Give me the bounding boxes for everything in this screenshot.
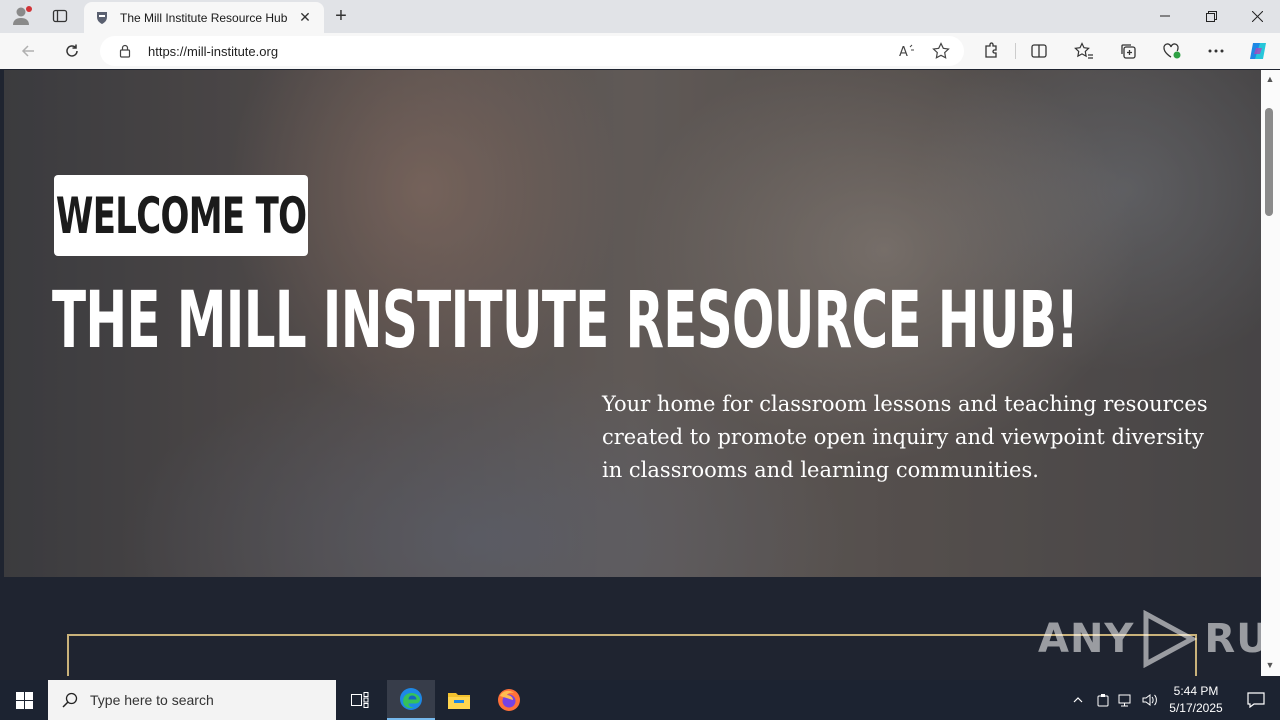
url-text[interactable]: https://mill-institute.org [148, 44, 896, 59]
close-window-icon[interactable] [1234, 0, 1280, 32]
more-icon[interactable] [1204, 39, 1228, 63]
clock-date: 5/17/2025 [1169, 701, 1223, 715]
tab-strip: The Mill Institute Resource Hub ✕ + [0, 0, 1280, 33]
scrollbar-thumb[interactable] [1265, 108, 1273, 216]
close-icon[interactable]: ✕ [296, 9, 314, 27]
collections-icon[interactable] [1116, 39, 1140, 63]
task-view-icon[interactable] [336, 680, 384, 720]
search-placeholder: Type here to search [90, 692, 214, 708]
hero-section: WELCOME TO THE MILL INSTITUTE RESOURCE H… [4, 70, 1261, 577]
split-screen-icon[interactable] [1027, 39, 1051, 63]
taskbar-clock[interactable]: 5:44 PM 5/17/2025 [1160, 683, 1232, 717]
search-icon [62, 692, 78, 708]
play-logo-icon [1143, 610, 1198, 668]
browser-tab[interactable]: The Mill Institute Resource Hub ✕ [84, 2, 324, 33]
show-hidden-icons-icon[interactable] [1068, 680, 1088, 720]
favorite-star-icon[interactable] [930, 40, 952, 62]
page-scrollbar[interactable]: ▲ ▼ [1261, 70, 1280, 676]
address-bar[interactable]: https://mill-institute.org A [100, 36, 964, 66]
back-icon[interactable] [14, 37, 42, 65]
meet-now-icon[interactable] [1093, 680, 1113, 720]
profile-icon[interactable] [8, 4, 34, 28]
scroll-up-icon[interactable]: ▲ [1264, 74, 1276, 84]
anyrun-watermark: ANY RUN [1038, 610, 1261, 668]
file-explorer-icon[interactable] [435, 680, 483, 720]
welcome-text: WELCOME TO [55, 186, 307, 245]
copilot-icon[interactable] [1246, 39, 1270, 63]
page-viewport: WELCOME TO THE MILL INSTITUTE RESOURCE H… [4, 70, 1261, 676]
lock-icon[interactable] [118, 44, 132, 58]
taskbar-search[interactable]: Type here to search [48, 680, 336, 720]
tab-favicon [97, 11, 107, 24]
tab-title: The Mill Institute Resource Hub [120, 10, 288, 25]
browser-essentials-icon[interactable] [1160, 39, 1184, 63]
firefox-icon[interactable] [485, 680, 533, 720]
gold-frame [67, 634, 1197, 676]
welcome-badge: WELCOME TO [54, 175, 308, 256]
watermark-left: ANY [1038, 616, 1135, 662]
favorites-icon[interactable] [1072, 39, 1096, 63]
extensions-icon[interactable] [979, 39, 1003, 63]
minimize-icon[interactable] [1142, 0, 1188, 32]
notifications-icon[interactable] [1236, 680, 1276, 720]
clock-time: 5:44 PM [1173, 684, 1219, 698]
svg-text:A: A [899, 45, 908, 58]
network-icon[interactable] [1116, 680, 1136, 720]
refresh-icon[interactable] [58, 37, 86, 65]
watermark-right: RUN [1204, 616, 1261, 662]
tab-actions-icon[interactable] [46, 5, 74, 27]
taskbar: Type here to search 5:44 PM 5/17/2025 [0, 680, 1280, 720]
windows-start-icon[interactable] [0, 680, 48, 720]
read-aloud-icon[interactable]: A [896, 40, 918, 62]
browser-toolbar: https://mill-institute.org A [0, 33, 1280, 69]
page-title: THE MILL INSTITUTE RESOURCE HUB! [52, 276, 1079, 366]
scroll-down-icon[interactable]: ▼ [1264, 660, 1276, 670]
new-tab-icon[interactable]: + [330, 5, 352, 27]
restore-icon[interactable] [1188, 0, 1234, 32]
edge-icon[interactable] [387, 680, 435, 720]
hero-subtext: Your home for classroom lessons and teac… [602, 392, 1208, 482]
volume-icon[interactable] [1140, 680, 1160, 720]
